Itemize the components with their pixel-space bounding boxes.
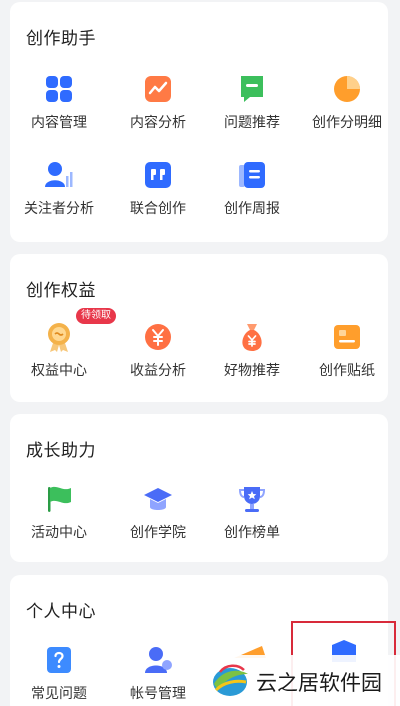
medal-icon xyxy=(48,323,70,352)
creation-academy-button[interactable]: 创作学院 xyxy=(111,483,205,553)
content-management-button[interactable]: 内容管理 xyxy=(12,73,106,143)
follower-chart-icon xyxy=(45,162,73,187)
account-user-icon xyxy=(145,647,172,673)
report-doc-icon xyxy=(239,162,265,188)
item-label: 创作学院 xyxy=(130,525,186,541)
item-label: 创作贴纸 xyxy=(319,363,375,379)
creation-sticker-button[interactable]: 创作贴纸 xyxy=(300,321,394,391)
item-label: 常见问题 xyxy=(31,686,87,702)
faq-button[interactable]: 常见问题 xyxy=(12,644,106,706)
section-title: 个人中心 xyxy=(26,602,96,622)
section-title: 创作助手 xyxy=(26,29,96,49)
item-label: 创作周报 xyxy=(224,201,280,217)
item-label: 收益分析 xyxy=(130,363,186,379)
grid-icon xyxy=(46,76,72,102)
graduation-cap-icon xyxy=(144,488,172,510)
content-analysis-button[interactable]: 内容分析 xyxy=(111,73,205,143)
section-title: 创作权益 xyxy=(26,281,96,301)
good-products-button[interactable]: 好物推荐 xyxy=(205,321,299,391)
creation-ranking-button[interactable]: 创作榜单 xyxy=(205,483,299,553)
follower-analysis-button[interactable]: 关注者分析 xyxy=(12,159,106,229)
earnings-analysis-button[interactable]: 收益分析 xyxy=(111,321,205,391)
money-bag-icon xyxy=(242,324,262,351)
question-flag-icon xyxy=(241,76,263,102)
yunzhiju-logo xyxy=(213,664,248,696)
section-title: 成长助力 xyxy=(26,441,96,461)
item-label: 关注者分析 xyxy=(24,201,94,217)
yuan-coin-icon xyxy=(145,324,171,350)
watermark-text: 云之居软件园 xyxy=(256,671,382,695)
account-management-button[interactable]: 帐号管理 xyxy=(111,644,205,706)
trend-chart-icon xyxy=(145,76,171,102)
item-label: 权益中心 xyxy=(31,363,87,379)
weekly-report-button[interactable]: 创作周报 xyxy=(205,159,299,229)
item-label: 活动中心 xyxy=(31,525,87,541)
item-label: 联合创作 xyxy=(130,201,186,217)
joint-creation-button[interactable]: 联合创作 xyxy=(111,159,205,229)
question-recommend-button[interactable]: 问题推荐 xyxy=(205,73,299,143)
sticker-icon xyxy=(334,325,360,349)
item-label: 创作分明细 xyxy=(312,115,382,131)
activity-center-button[interactable]: 活动中心 xyxy=(12,483,106,553)
creation-detail-button[interactable]: 创作分明细 xyxy=(300,73,394,143)
item-label: 内容分析 xyxy=(130,115,186,131)
item-label: 帐号管理 xyxy=(130,686,186,702)
trophy-icon xyxy=(238,487,266,512)
flag-icon xyxy=(48,486,71,512)
pending-claim-badge: 待领取 xyxy=(76,308,116,324)
pie-chart-icon xyxy=(334,76,360,102)
benefits-center-button[interactable]: 权益中心 xyxy=(12,321,106,391)
quote-icon xyxy=(145,162,171,188)
watermark: 云之居软件园 xyxy=(200,655,400,706)
help-doc-icon xyxy=(47,647,71,673)
item-label: 问题推荐 xyxy=(224,115,280,131)
item-label: 创作榜单 xyxy=(224,525,280,541)
item-label: 内容管理 xyxy=(31,115,87,131)
item-label: 好物推荐 xyxy=(224,363,280,379)
